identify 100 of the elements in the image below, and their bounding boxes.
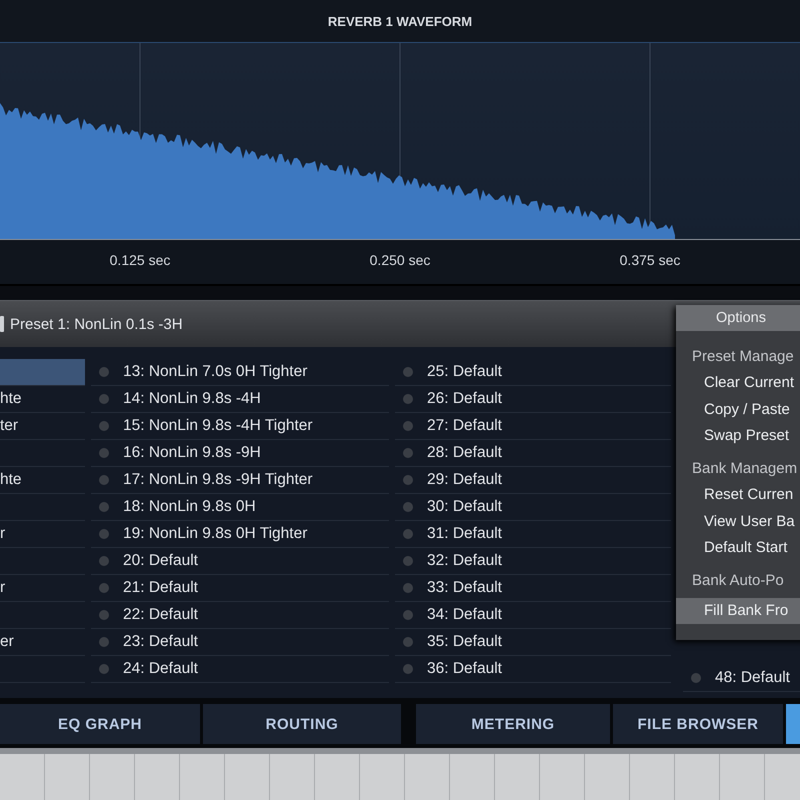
preset-label: 35: Default <box>427 633 502 651</box>
preset-slot[interactable]: 32: Default <box>395 548 671 575</box>
bullet-dot-icon <box>403 421 413 431</box>
preset-label: r <box>0 579 6 597</box>
preset-label: 16: NonLin 9.8s -9H <box>123 444 261 462</box>
preset-label: er <box>0 633 14 651</box>
preset-label: 32: Default <box>427 552 502 570</box>
menu-section-heading: Bank Auto-Po <box>691 570 785 591</box>
preset-slot[interactable]: 28: Default <box>395 440 671 467</box>
preset-label: 13: NonLin 7.0s 0H Tighter <box>123 363 308 381</box>
menu-item[interactable]: View User Ba <box>676 508 800 534</box>
bullet-dot-icon <box>403 367 413 377</box>
preset-label: 31: Default <box>427 525 502 543</box>
preset-label: 33: Default <box>427 579 502 597</box>
preset-slot[interactable]: 23: Default <box>91 629 389 656</box>
preset-slot[interactable]: 19: NonLin 9.8s 0H Tighter <box>91 521 389 548</box>
preset-slot[interactable]: 17: NonLin 9.8s -9H Tighter <box>91 467 389 494</box>
preset-slot[interactable]: 29: Default <box>395 467 671 494</box>
menu-item[interactable]: Swap Preset <box>676 422 800 449</box>
bullet-dot-icon <box>403 394 413 404</box>
preset-slot[interactable]: 21: Default <box>91 575 389 602</box>
menu-item[interactable]: Copy / Paste <box>676 396 800 422</box>
preset-slot[interactable]: 35: Default <box>395 629 671 656</box>
bullet-dot-icon <box>99 556 109 566</box>
preset-slot[interactable]: 22: Default <box>91 602 389 629</box>
preset-label: 15: NonLin 9.8s -4H Tighter <box>123 417 313 435</box>
preset-slot[interactable]: hte <box>0 386 85 413</box>
preset-slot[interactable]: hte <box>0 467 85 494</box>
preset-slot[interactable]: 20: Default <box>91 548 389 575</box>
tab[interactable]: METERING <box>416 704 610 744</box>
menu-item[interactable]: Fill Bank Fro <box>676 598 800 624</box>
preset-label: 17: NonLin 9.8s -9H Tighter <box>123 471 313 489</box>
tab[interactable]: ROUTING <box>203 704 401 744</box>
axis-tick-label: 0.250 sec <box>370 252 430 268</box>
preset-slot[interactable]: ter <box>0 413 85 440</box>
bullet-dot-icon <box>99 421 109 431</box>
preset-slot[interactable]: 16: NonLin 9.8s -9H <box>91 440 389 467</box>
preset-name: Preset 1: NonLin 0.1s -3H <box>10 316 183 332</box>
preset-label: 29: Default <box>427 471 502 489</box>
preset-label: 14: NonLin 9.8s -4H <box>123 390 261 408</box>
bullet-dot-icon <box>99 448 109 458</box>
tab[interactable] <box>786 704 800 744</box>
bullet-dot-icon <box>99 394 109 404</box>
preset-slot[interactable]: 26: Default <box>395 386 671 413</box>
menu-item[interactable]: Clear Current <box>676 370 800 396</box>
preset-slot[interactable]: 33: Default <box>395 575 671 602</box>
tab[interactable]: EQ GRAPH <box>0 704 200 744</box>
preset-slot[interactable]: 14: NonLin 9.8s -4H <box>91 386 389 413</box>
bullet-dot-icon <box>403 664 413 674</box>
preset-label: 28: Default <box>427 444 502 462</box>
preset-label: 30: Default <box>427 498 502 516</box>
preset-slot[interactable]: 31: Default <box>395 521 671 548</box>
preset-label: 19: NonLin 9.8s 0H Tighter <box>123 525 308 543</box>
preset-label: 21: Default <box>123 579 198 597</box>
preset-label: 24: Default <box>123 660 198 678</box>
bullet-dot-icon <box>99 367 109 377</box>
bullet-dot-icon <box>99 664 109 674</box>
preset-label: 48: Default <box>715 669 790 687</box>
preset-label: 27: Default <box>427 417 502 435</box>
menu-item[interactable]: Default Start <box>676 534 800 561</box>
bullet-dot-icon <box>403 475 413 485</box>
bullet-dot-icon <box>99 637 109 647</box>
bullet-dot-icon <box>99 502 109 512</box>
preset-label: 23: Default <box>123 633 198 651</box>
preset-label: r <box>0 525 6 543</box>
preset-slot[interactable]: er <box>0 629 85 656</box>
bullet-dot-icon <box>99 529 109 539</box>
tab[interactable]: FILE BROWSER <box>613 704 783 744</box>
preset-label: 34: Default <box>427 606 502 624</box>
preset-label: hte <box>0 471 22 489</box>
bullet-dot-icon <box>691 673 701 683</box>
preset-slot[interactable]: 27: Default <box>395 413 671 440</box>
preset-label: 22: Default <box>123 606 198 624</box>
preset-slot[interactable]: 48: Default <box>683 665 800 692</box>
preset-slot[interactable]: r <box>0 521 85 548</box>
menu-section-heading: Bank Managem <box>691 458 798 479</box>
menu-section-heading: Preset Manage <box>691 346 795 367</box>
preset-slot[interactable]: 24: Default <box>91 656 389 683</box>
axis-tick-label: 0.375 sec <box>620 252 680 268</box>
preset-slot[interactable]: 18: NonLin 9.8s 0H <box>91 494 389 521</box>
preset-label: 18: NonLin 9.8s 0H <box>123 498 256 516</box>
menu-item[interactable]: Reset Curren <box>676 482 800 508</box>
preset-slot[interactable]: 15: NonLin 9.8s -4H Tighter <box>91 413 389 440</box>
preset-slot[interactable]: r <box>0 575 85 602</box>
bullet-dot-icon <box>403 583 413 593</box>
bullet-dot-icon <box>403 637 413 647</box>
axis-tick-label: 0.125 sec <box>110 252 170 268</box>
preset-slot[interactable]: 34: Default <box>395 602 671 629</box>
bullet-dot-icon <box>403 610 413 620</box>
preset-label: 20: Default <box>123 552 198 570</box>
preset-slot[interactable] <box>0 359 85 386</box>
preset-slot[interactable]: 30: Default <box>395 494 671 521</box>
preset-label: hte <box>0 390 22 408</box>
preset-slot[interactable]: 25: Default <box>395 359 671 386</box>
bullet-dot-icon <box>403 448 413 458</box>
preset-slot[interactable]: 36: Default <box>395 656 671 683</box>
preset-slot[interactable]: 13: NonLin 7.0s 0H Tighter <box>91 359 389 386</box>
bullet-dot-icon <box>99 610 109 620</box>
bullet-dot-icon <box>403 502 413 512</box>
preset-label: 36: Default <box>427 660 502 678</box>
